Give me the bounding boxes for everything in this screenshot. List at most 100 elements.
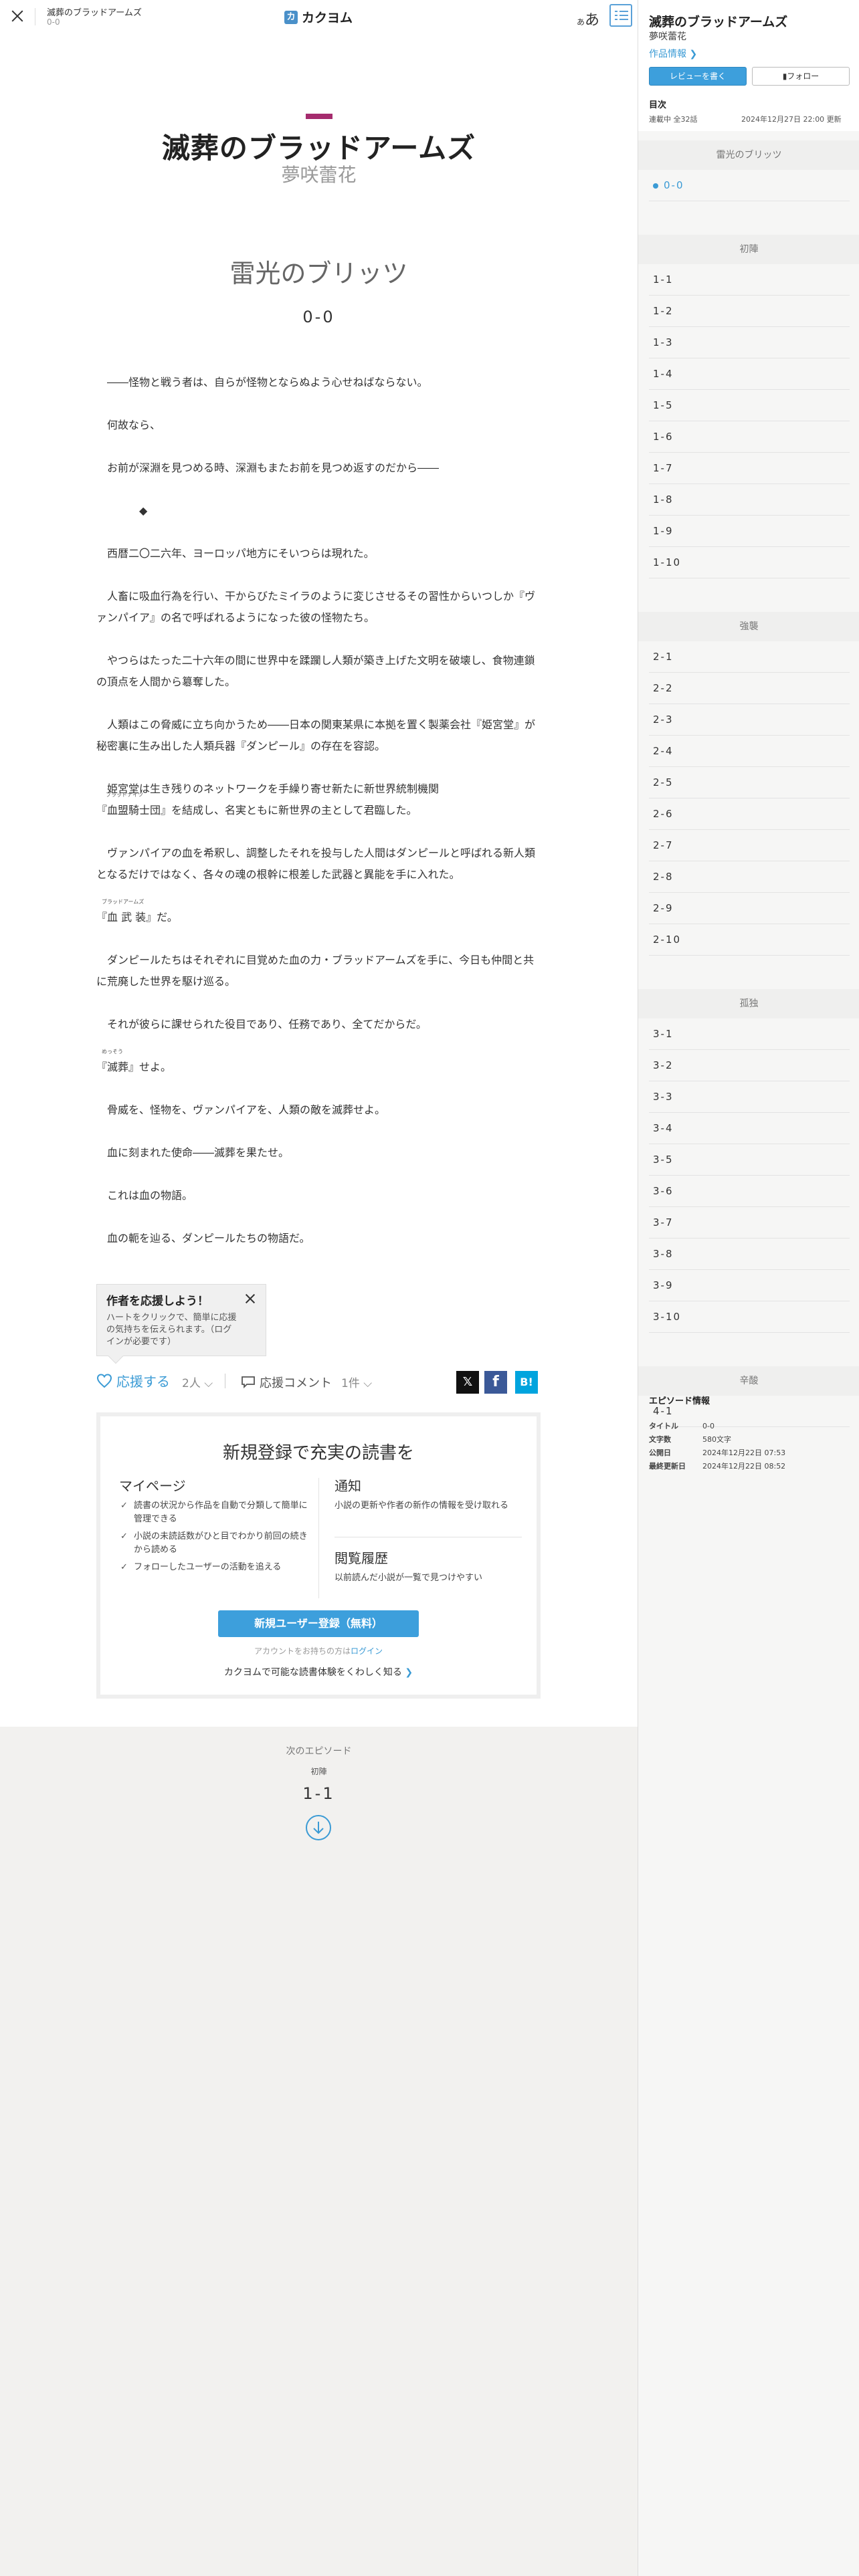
top-bar: 滅葬のブラッドアームズ 0-0 カ カクヨム ああ	[0, 0, 638, 33]
toc-episode-link[interactable]: 3-3	[649, 1081, 850, 1113]
toc-episode-link[interactable]: 2-5	[649, 767, 850, 798]
learn-more-label: カクヨムで可能な読書体験をくわしく知る	[223, 1667, 402, 1678]
toc-sidebar: 滅葬のブラッドアームズ 夢咲蕾花 作品情報 ❯ レビューを書く ▮フォロー 目次…	[638, 0, 859, 2576]
toc-episode-link[interactable]: 1-3	[649, 327, 850, 358]
toc-episode-link[interactable]: 3-10	[649, 1301, 850, 1333]
toc-episode-link[interactable]: 2-6	[649, 798, 850, 830]
toc-episode-link[interactable]: 3-4	[649, 1113, 850, 1144]
toc-episode-link[interactable]: 3-1	[649, 1018, 850, 1050]
cheer-button[interactable]: 応援する	[96, 1371, 170, 1390]
toc-episode-link[interactable]: 1-5	[649, 390, 850, 421]
toc-episode-link[interactable]: 2-8	[649, 861, 850, 893]
toc-episode-link[interactable]: 3-6	[649, 1176, 850, 1207]
arrow-down-icon[interactable]	[306, 1815, 331, 1840]
toc-episode-link[interactable]: 3-2	[649, 1050, 850, 1081]
cheer-count: 2人	[182, 1377, 201, 1390]
info-key: 公開日	[649, 1448, 671, 1457]
share-x-icon[interactable]: 𝕏	[456, 1371, 479, 1394]
toc-episode-link[interactable]: 1-10	[649, 547, 850, 578]
write-review-button[interactable]: レビューを書く	[649, 67, 747, 86]
paragraph: 人類はこの脅威に立ち向かうため――日本の関東某県に本拠を置く製薬会社『姫宮堂』が…	[96, 718, 536, 752]
paragraph: 何故なら、	[107, 419, 161, 431]
comment-icon	[242, 1376, 255, 1389]
learn-more-link[interactable]: カクヨムで可能な読書体験をくわしく知る ❯	[100, 1665, 537, 1679]
updated-date: 2024年12月27日 22:00 更新	[741, 115, 842, 124]
toc-episode-link[interactable]: 0-0	[649, 170, 850, 201]
toc-episode-link[interactable]: 1-2	[649, 296, 850, 327]
comment-count-dropdown[interactable]: 1件 ⌵	[341, 1374, 372, 1390]
ruby-base: 『滅葬』せよ。	[96, 1061, 172, 1073]
toc-episode-link[interactable]: 1-8	[649, 484, 850, 516]
comment-label: 応援コメント	[260, 1376, 332, 1390]
close-icon[interactable]	[8, 7, 27, 25]
next-episode-label: 次のエピソード	[286, 1746, 352, 1757]
font-size-button[interactable]: ああ	[577, 8, 599, 29]
toc-episode-link[interactable]: 3-9	[649, 1270, 850, 1301]
toc-episode-link[interactable]: 1-9	[649, 516, 850, 547]
toc-label: 目次	[649, 100, 667, 110]
follow-button[interactable]: ▮フォロー	[752, 67, 850, 86]
paragraph: ダンピールたちはそれぞれに目覚めた血の力・ブラッドアームズを手に、今日も仲間と共…	[96, 954, 535, 988]
chevron-right-icon: ❯	[405, 1667, 413, 1678]
share-facebook-icon[interactable]: f	[484, 1371, 507, 1394]
sidebar-work-title[interactable]: 滅葬のブラッドアームズ	[649, 12, 787, 30]
list-item: 小説の未読話数がひと目でわかり前回の続きから読める	[120, 1530, 308, 1557]
notify-heading: 通知	[335, 1478, 361, 1494]
history-text: 以前読んだ小説が一覧で見つけやすい	[335, 1573, 483, 1583]
toc-episode-link[interactable]: 1-6	[649, 421, 850, 453]
paragraph: 人畜に吸血行為を行い、干からびたミイラのように変じさせるその習性からいつしか『ヴ…	[96, 590, 536, 624]
toc-chapter-heading: 辛酸	[638, 1366, 859, 1396]
cheer-count-dropdown[interactable]: 2人 ⌵	[182, 1374, 213, 1390]
toc-episode-link[interactable]: 2-9	[649, 893, 850, 924]
top-work-title[interactable]: 滅葬のブラッドアームズ	[47, 5, 142, 18]
divider	[318, 1478, 319, 1598]
info-value: 2024年12月22日 08:52	[702, 1462, 786, 1471]
toc-episode-link[interactable]: 3-5	[649, 1144, 850, 1176]
paragraph: それが彼らに課せられた役目であり、任務であり、全てだからだ。	[107, 1018, 427, 1031]
toc-list-icon[interactable]	[609, 4, 632, 27]
ruby-text: ブラッドナイツ	[106, 792, 143, 798]
mypage-features: 読書の状況から作品を自動で分類して簡単に管理できる 小説の未読話数がひと目でわか…	[120, 1499, 308, 1578]
toc-episode-link[interactable]: 1-7	[649, 453, 850, 484]
toc-episode-link[interactable]: 2-3	[649, 704, 850, 736]
chapter-title: 雷光のブリッツ	[229, 259, 408, 288]
toc-episode-link[interactable]: 2-10	[649, 924, 850, 956]
sidebar-author[interactable]: 夢咲蕾花	[649, 29, 686, 43]
toc-episode-link[interactable]: 2-7	[649, 830, 850, 861]
toc-episode-link[interactable]: 3-7	[649, 1207, 850, 1239]
toc-episode-link[interactable]: 2-1	[649, 641, 850, 673]
close-icon[interactable]	[244, 1293, 256, 1305]
episode-info-row: 文字数 580文字	[649, 1434, 731, 1444]
work-info-link[interactable]: 作品情報 ❯	[649, 47, 697, 60]
toc-episode-link[interactable]: 2-4	[649, 736, 850, 767]
share-hatena-icon[interactable]: B!	[515, 1371, 538, 1394]
register-button[interactable]: 新規ユーザー登録（無料）	[218, 1610, 419, 1637]
next-episode-link[interactable]: 1-1	[0, 1784, 638, 1803]
logo-text: カクヨム	[302, 11, 353, 25]
info-value: 0-0	[702, 1422, 714, 1430]
toc-episode-link[interactable]: 3-8	[649, 1239, 850, 1270]
kakuyomu-logo[interactable]: カ カクヨム	[284, 8, 353, 26]
comment-button[interactable]: 応援コメント	[241, 1374, 332, 1391]
serial-status: 連載中 全32話	[649, 115, 698, 124]
paragraph: これは血の物語。	[107, 1189, 193, 1202]
comment-count: 1件	[341, 1377, 360, 1390]
toc-episode-link[interactable]: 2-2	[649, 673, 850, 704]
list-item: フォローしたユーザーの活動を追える	[120, 1561, 308, 1574]
toc-episode-link[interactable]: 1-4	[649, 358, 850, 390]
toc-episode-link[interactable]: 1-1	[649, 264, 850, 296]
login-link[interactable]: ログイン	[351, 1646, 383, 1656]
